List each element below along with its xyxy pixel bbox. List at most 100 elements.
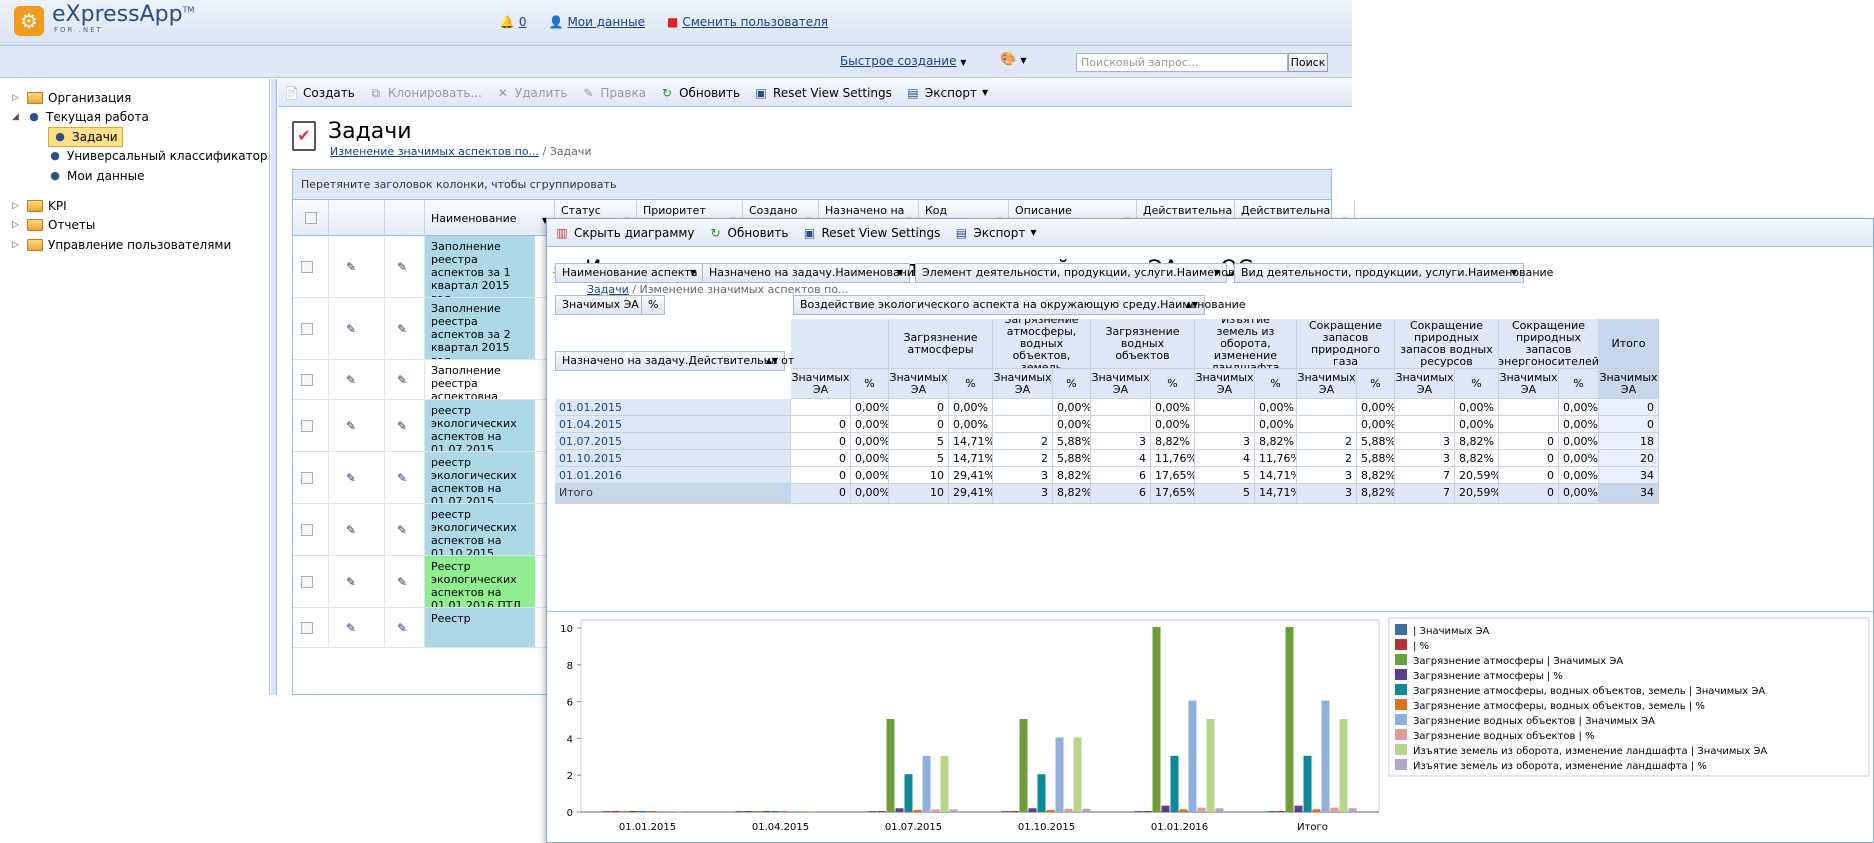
open-icon[interactable]: ✎ — [397, 373, 407, 387]
open-icon[interactable]: ✎ — [397, 523, 407, 537]
pivot-cell: 8,82% — [1053, 467, 1091, 484]
expand-arrow-icon[interactable]: ◢ — [12, 107, 22, 127]
pivot-row-header[interactable]: 01.01.2015 — [555, 399, 791, 416]
edit-icon[interactable]: ✎ — [346, 471, 356, 485]
nav-item[interactable]: ● Универсальный классификатор — [48, 146, 267, 166]
expand-arrow-icon[interactable]: ▷ — [12, 196, 22, 216]
select-all-checkbox[interactable] — [305, 212, 317, 224]
edit-icon[interactable]: ✎ — [346, 523, 356, 537]
row-checkbox[interactable] — [301, 373, 313, 386]
expand-arrow-icon[interactable]: ▷ — [12, 235, 22, 255]
expand-arrow-icon[interactable]: ▷ — [12, 88, 22, 108]
refresh-button[interactable]: ↻ Обновить — [709, 226, 789, 240]
edit-icon[interactable]: ✎ — [346, 260, 356, 274]
pivot-cell: 5 — [1195, 467, 1255, 484]
pivot-row-header[interactable]: 01.07.2015 — [555, 433, 791, 450]
nav-item[interactable]: ▷ Управление пользователями — [12, 235, 231, 255]
row-checkbox[interactable] — [301, 322, 313, 335]
nav-item[interactable]: ● Задачи — [48, 127, 123, 147]
bar — [674, 811, 683, 812]
pivot-cell: 0 — [889, 399, 949, 416]
export-button[interactable]: ▤ Экспорт ▼ — [906, 86, 988, 100]
pivot-row-header[interactable]: 01.10.2015 — [555, 450, 791, 467]
notifications-link[interactable]: 🔔 0 — [500, 15, 527, 29]
reset-view-button[interactable]: ▣ Reset View Settings — [803, 226, 941, 240]
edit-icon[interactable]: ✎ — [346, 419, 356, 433]
edit-icon[interactable]: ✎ — [346, 373, 356, 387]
create-button[interactable]: 📄 Создать — [284, 86, 355, 100]
edit-icon[interactable]: ✎ — [346, 322, 356, 336]
open-icon[interactable]: ✎ — [397, 419, 407, 433]
legend-swatch — [1395, 744, 1407, 755]
expand-arrow-icon[interactable]: ▷ — [12, 215, 22, 235]
open-icon[interactable]: ✎ — [397, 260, 407, 274]
nav-item[interactable]: ◢ ● Текущая работа — [12, 107, 149, 127]
pivot-column-group-header[interactable] — [791, 319, 889, 369]
pivot-cell: 0,00% — [1151, 416, 1195, 433]
edit-icon[interactable]: ✎ — [346, 621, 356, 635]
pivot-cell — [1395, 416, 1455, 433]
edit-button[interactable]: ✎ Правка — [581, 86, 646, 100]
search-input[interactable]: Поисковый запрос... — [1076, 53, 1288, 72]
row-checkbox[interactable] — [301, 575, 313, 588]
open-icon[interactable]: ✎ — [397, 621, 407, 635]
data-field-button[interactable]: % — [641, 295, 666, 315]
pivot-row-header[interactable]: Итого — [555, 484, 791, 504]
export-button[interactable]: ▤ Экспорт ▼ — [954, 226, 1037, 240]
pivot-cell: 0 — [889, 416, 949, 433]
change-user-link[interactable]: ■ Сменить пользователя — [667, 15, 828, 29]
pivot-column-group-header[interactable]: Изъятие земель из оборота, изменение лан… — [1195, 319, 1297, 369]
pivot-column-group-header[interactable]: Загрязнение атмосферы — [889, 319, 993, 369]
pivot-column-group-header[interactable]: Сокращение природных запасов энергоносит… — [1499, 319, 1599, 369]
splitter[interactable] — [271, 79, 277, 695]
nav-item[interactable]: ▷ Организация — [12, 88, 131, 108]
pivot-cell: 0,00% — [1053, 399, 1091, 416]
folder-icon — [27, 219, 43, 231]
row-checkbox[interactable] — [301, 471, 313, 484]
refresh-button[interactable]: ↻ Обновить — [660, 86, 740, 100]
hide-chart-button[interactable]: ▥ Скрыть диаграмму — [555, 226, 694, 240]
legend-swatch — [1395, 714, 1407, 725]
nav-item[interactable]: ▷ KPI — [12, 196, 67, 216]
data-field-button[interactable]: Значимых ЭА — [555, 295, 646, 315]
filter-field-button[interactable]: Наименование аспекта ▼ — [555, 263, 703, 283]
reset-view-button[interactable]: ▣ Reset View Settings — [754, 86, 892, 100]
pivot-column-group-header[interactable]: Сокращение природных запасов водных ресу… — [1395, 319, 1499, 369]
pivot-column-group-header[interactable]: Загрязнение атмосферы, водных объектов, … — [993, 319, 1091, 369]
task-name: Реестр экологических аспектов на 01.01.2… — [425, 556, 535, 607]
pivot-column-group-header[interactable]: Загрязнение водных объектов — [1091, 319, 1195, 369]
quick-create-menu[interactable]: Быстрое создание ▼ — [840, 54, 966, 68]
bar — [629, 811, 638, 812]
column-field-button[interactable]: Воздействие экологического аспекта на ок… — [793, 295, 1246, 315]
nav-item[interactable]: ● Мои данные — [48, 166, 144, 186]
edit-icon[interactable]: ✎ — [346, 575, 356, 589]
nav-item[interactable]: ▷ Отчеты — [12, 215, 95, 235]
column-header[interactable]: Наименование ▼ — [425, 200, 555, 236]
search-button[interactable]: Поиск — [1288, 53, 1328, 72]
open-icon[interactable]: ✎ — [397, 575, 407, 589]
pivot-cell: 20,59% — [1455, 484, 1499, 504]
open-column-header — [385, 200, 425, 236]
my-data-link[interactable]: 👤 Мои данные — [549, 15, 645, 29]
y-tick-label: 8 — [567, 661, 573, 672]
clone-button[interactable]: ⧉ Клонировать... — [369, 86, 482, 100]
row-checkbox[interactable] — [301, 523, 313, 536]
breadcrumb-link[interactable]: Изменение значимых аспектов по... — [330, 145, 539, 158]
nav-item-label: Текущая работа — [46, 110, 149, 124]
row-checkbox[interactable] — [301, 260, 313, 273]
row-checkbox[interactable] — [301, 621, 313, 634]
pivot-column-group-header[interactable]: Итого — [1599, 319, 1659, 369]
filter-field-button[interactable]: Назначено на задачу.Наименование ▼ — [702, 263, 921, 283]
pivot-row-header[interactable]: 01.04.2015 — [555, 416, 791, 433]
filter-field-button[interactable]: Элемент деятельности, продукции, услуги.… — [915, 263, 1262, 283]
row-field-button[interactable]: Назначено на задачу.Действительна от ▲▼ — [555, 351, 794, 371]
open-icon[interactable]: ✎ — [397, 322, 407, 336]
delete-button[interactable]: ✕ Удалить — [496, 86, 568, 100]
filter-field-button[interactable]: Вид деятельности, продукции, услуги.Наим… — [1234, 263, 1553, 283]
row-checkbox[interactable] — [301, 419, 313, 432]
theme-menu[interactable]: 🎨 ▼ — [1000, 52, 1026, 67]
row-open-cell: ✎ — [385, 236, 425, 297]
open-icon[interactable]: ✎ — [397, 471, 407, 485]
pivot-row-header[interactable]: 01.01.2016 — [555, 467, 791, 484]
pivot-column-group-header[interactable]: Сокращение запасов природного газа — [1297, 319, 1395, 369]
